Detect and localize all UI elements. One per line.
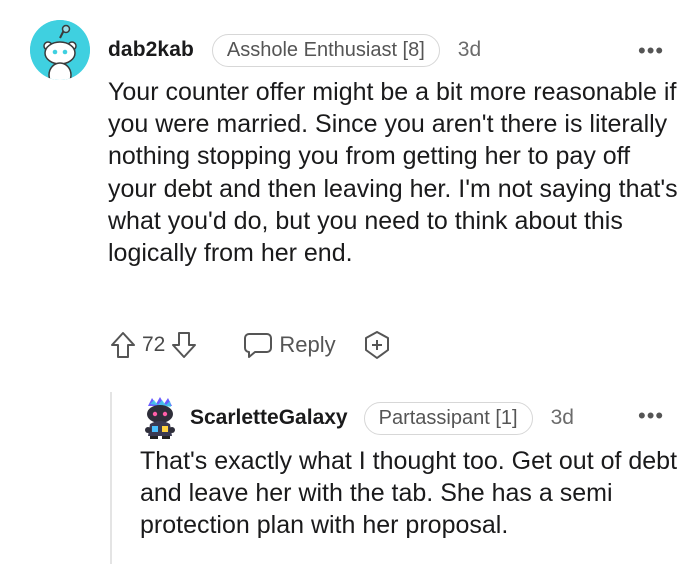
downvote-button[interactable] xyxy=(169,328,199,362)
user-flair: Asshole Enthusiast [8] xyxy=(211,33,440,67)
vote-score: 72 xyxy=(142,333,166,356)
reply-body: That's exactly what I thought too. Get o… xyxy=(140,447,678,540)
reply-user-flair: Partassipant [1] xyxy=(363,401,533,435)
more-options-button[interactable]: ••• xyxy=(638,38,664,64)
thread-line[interactable] xyxy=(110,392,112,564)
reply-more-options-button[interactable]: ••• xyxy=(638,403,664,429)
reply-user-avatar[interactable] xyxy=(140,396,180,440)
award-button[interactable] xyxy=(360,328,394,362)
user-avatar[interactable] xyxy=(30,20,90,80)
comment-age: 3d xyxy=(457,38,482,61)
username[interactable]: dab2kab xyxy=(108,38,194,62)
downvote-arrow-icon xyxy=(172,332,197,358)
comment-body: Your counter offer might be a bit more r… xyxy=(108,78,678,268)
award-plus-icon xyxy=(364,331,389,359)
upvote-arrow-icon xyxy=(111,332,135,358)
reply-button[interactable]: Reply xyxy=(243,331,336,359)
custom-snoo-avatar-icon xyxy=(145,397,175,439)
comment-meta: dab2kab Asshole Enthusiast [8] 3d xyxy=(108,32,481,68)
reply-age: 3d xyxy=(550,406,574,429)
upvote-button[interactable] xyxy=(108,328,138,362)
comment-actions: 72 Reply xyxy=(108,326,394,364)
speech-bubble-icon xyxy=(244,333,273,358)
reddit-snoo-avatar-icon xyxy=(30,20,90,80)
reply-meta: ScarletteGalaxy Partassipant [1] 3d xyxy=(190,400,574,436)
reply-username[interactable]: ScarletteGalaxy xyxy=(190,406,348,430)
reply-label: Reply xyxy=(279,332,336,357)
